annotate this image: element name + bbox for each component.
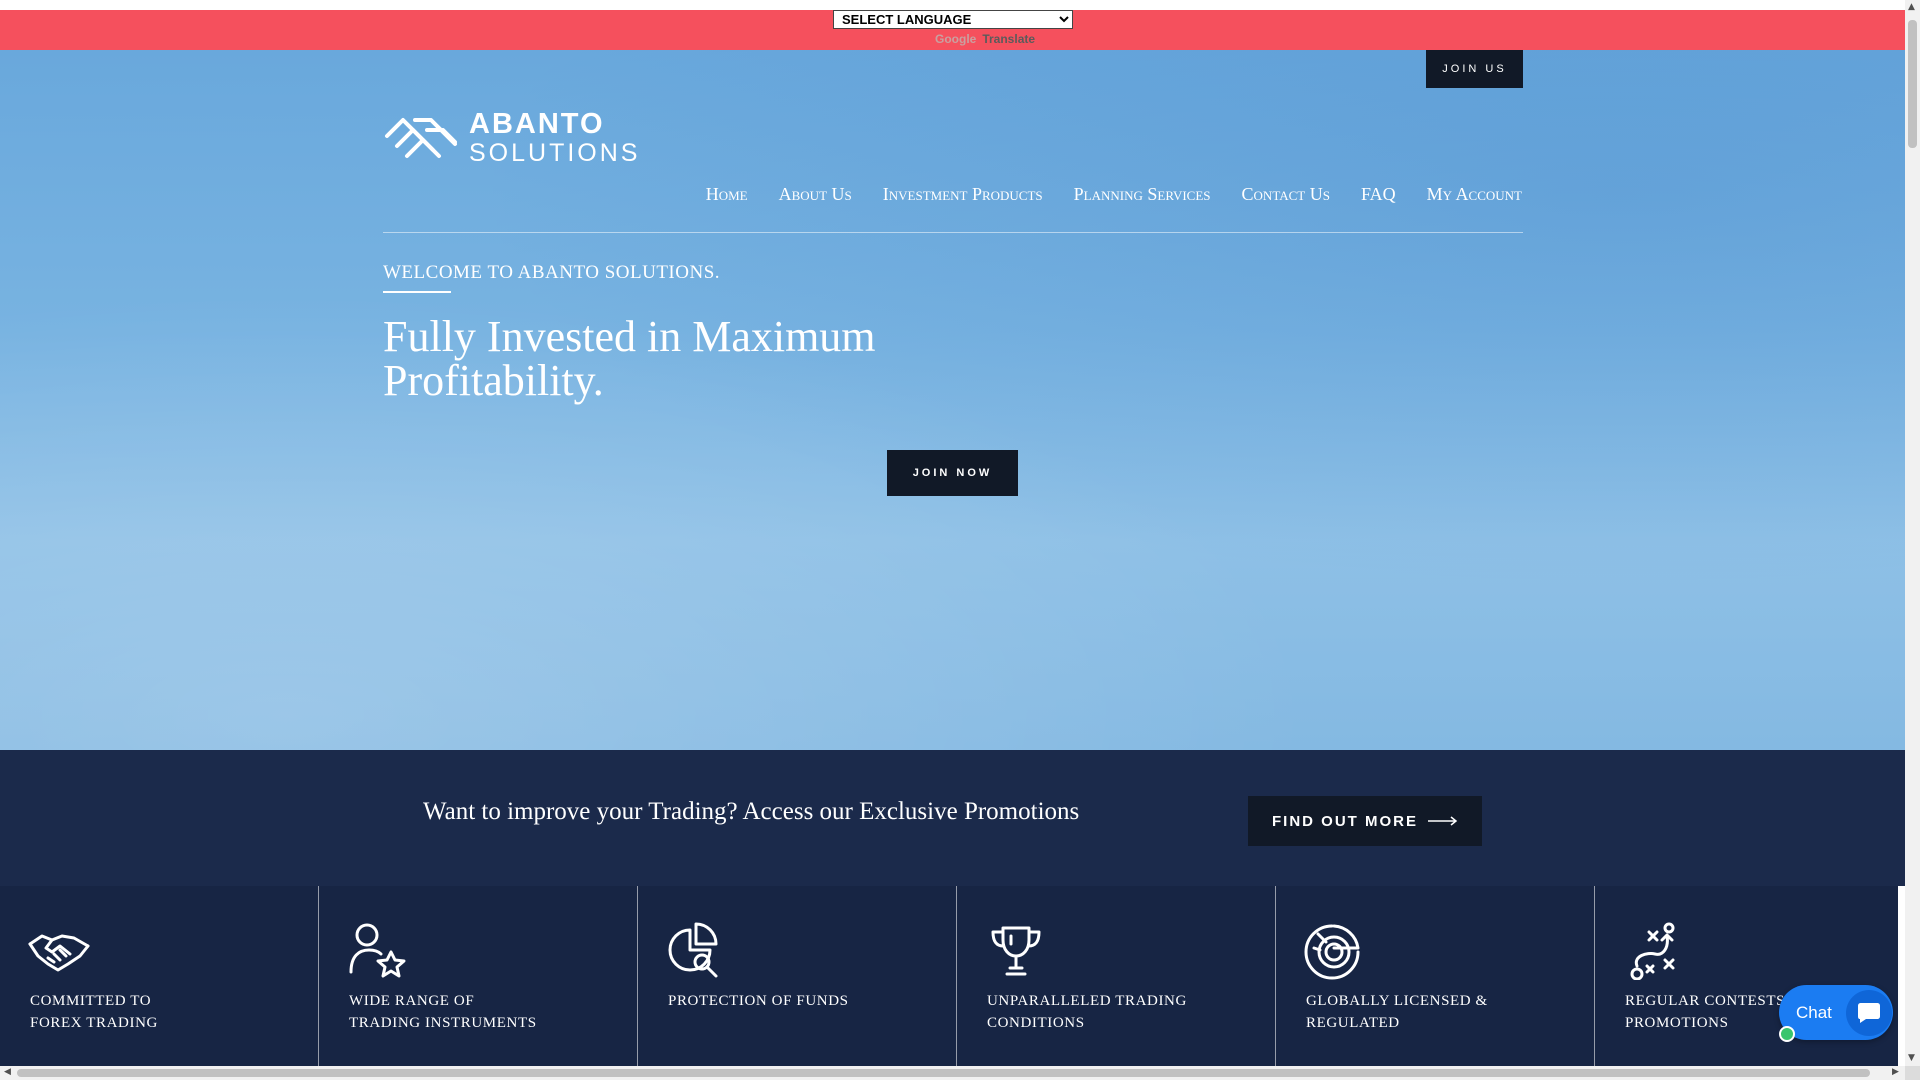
hero-section: JOIN US ABANTO SOLUTIONS Home About Us I… [0, 50, 1905, 750]
feature-label: COMMITTED TO FOREX TRADING [30, 993, 158, 1031]
chat-bubble-icon [1845, 989, 1892, 1036]
abanto-logo-icon [385, 118, 457, 158]
language-select[interactable]: SELECT LANGUAGE [833, 10, 1073, 29]
promo-band: Want to improve your Trading? Access our… [0, 750, 1905, 886]
nav-divider [383, 232, 1523, 233]
arrow-right-icon [1428, 816, 1458, 826]
user-star-icon [349, 923, 406, 978]
horizontal-scrollbar[interactable]: ◀ ▶ [0, 1066, 1905, 1080]
feature-item: PROTECTION OF FUNDS [638, 886, 957, 1066]
nav-contact-us[interactable]: Contact Us [1242, 184, 1330, 205]
logo-line-2: SOLUTIONS [469, 139, 641, 167]
trophy-icon [991, 926, 1041, 976]
chat-label: Chat [1796, 1002, 1832, 1022]
strategy-icon [1630, 922, 1675, 980]
main-nav: Home About Us Investment Products Planni… [706, 184, 1522, 205]
vertical-scrollbar[interactable]: ▲ ▼ [1905, 0, 1920, 1066]
handshake-icon [28, 934, 90, 972]
nav-planning-services[interactable]: Planning Services [1074, 184, 1211, 205]
find-out-more-button[interactable]: FIND OUT MORE [1248, 796, 1482, 846]
speech-bubble-icon [1857, 1002, 1880, 1023]
nav-about-us[interactable]: About Us [779, 184, 852, 205]
vertical-scroll-thumb[interactable] [1908, 20, 1917, 148]
join-now-button[interactable]: JOIN NOW [887, 450, 1018, 496]
horizontal-scroll-thumb[interactable] [17, 1069, 1870, 1077]
nav-investment-products[interactable]: Investment Products [883, 184, 1043, 205]
feature-item: GLOBALLY LICENSED & REGULATED [1276, 886, 1595, 1066]
nav-faq[interactable]: FAQ [1361, 184, 1396, 205]
scroll-right-icon[interactable]: ▶ [1892, 1068, 1899, 1077]
feature-label: GLOBALLY LICENSED & REGULATED [1306, 993, 1488, 1031]
feature-label: WIDE RANGE OF TRADING INSTRUMENTS [349, 993, 537, 1031]
scroll-left-icon[interactable]: ◀ [4, 1068, 11, 1077]
feature-item: WIDE RANGE OF TRADING INSTRUMENTS [319, 886, 638, 1066]
translate-label: Translate [982, 32, 1036, 46]
feature-item: COMMITTED TO FOREX TRADING [0, 886, 319, 1066]
join-us-button[interactable]: JOIN US [1426, 50, 1523, 88]
logo-wordmark: ABANTO SOLUTIONS [469, 110, 640, 166]
hero-headline: Fully Invested in Maximum Profitability. [383, 312, 876, 405]
scroll-up-icon[interactable]: ▲ [1908, 3, 1915, 12]
online-status-dot [1779, 1026, 1795, 1042]
google-logo: Google [935, 32, 977, 46]
google-translate-credit[interactable]: Google Translate [935, 32, 1035, 46]
welcome-underline [383, 291, 451, 293]
feature-label: PROTECTION OF FUNDS [668, 993, 849, 1009]
pie-search-icon [668, 922, 718, 978]
scrollbar-corner [1905, 1066, 1920, 1080]
find-out-more-label: FIND OUT MORE [1272, 812, 1418, 830]
feature-item: UNPARALLELED TRADING CONDITIONS [957, 886, 1276, 1066]
promo-text: Want to improve your Trading? Access our… [423, 798, 1080, 825]
feature-label: UNPARALLELED TRADING CONDITIONS [987, 993, 1187, 1031]
welcome-heading: WELCOME TO ABANTO SOLUTIONS. [383, 262, 721, 283]
globe-chart-icon [1304, 924, 1360, 980]
nav-home[interactable]: Home [706, 184, 748, 205]
nav-my-account[interactable]: My Account [1427, 184, 1522, 205]
chat-widget-button[interactable]: Chat [1779, 985, 1893, 1040]
logo-line-1: ABANTO [469, 108, 605, 140]
scroll-down-icon[interactable]: ▼ [1908, 1054, 1915, 1063]
site-logo[interactable]: ABANTO SOLUTIONS [383, 110, 640, 166]
translate-bar: SELECT LANGUAGE Google Translate [0, 10, 1905, 50]
features-row: COMMITTED TO FOREX TRADING WIDE RANGE OF… [0, 886, 1898, 1066]
